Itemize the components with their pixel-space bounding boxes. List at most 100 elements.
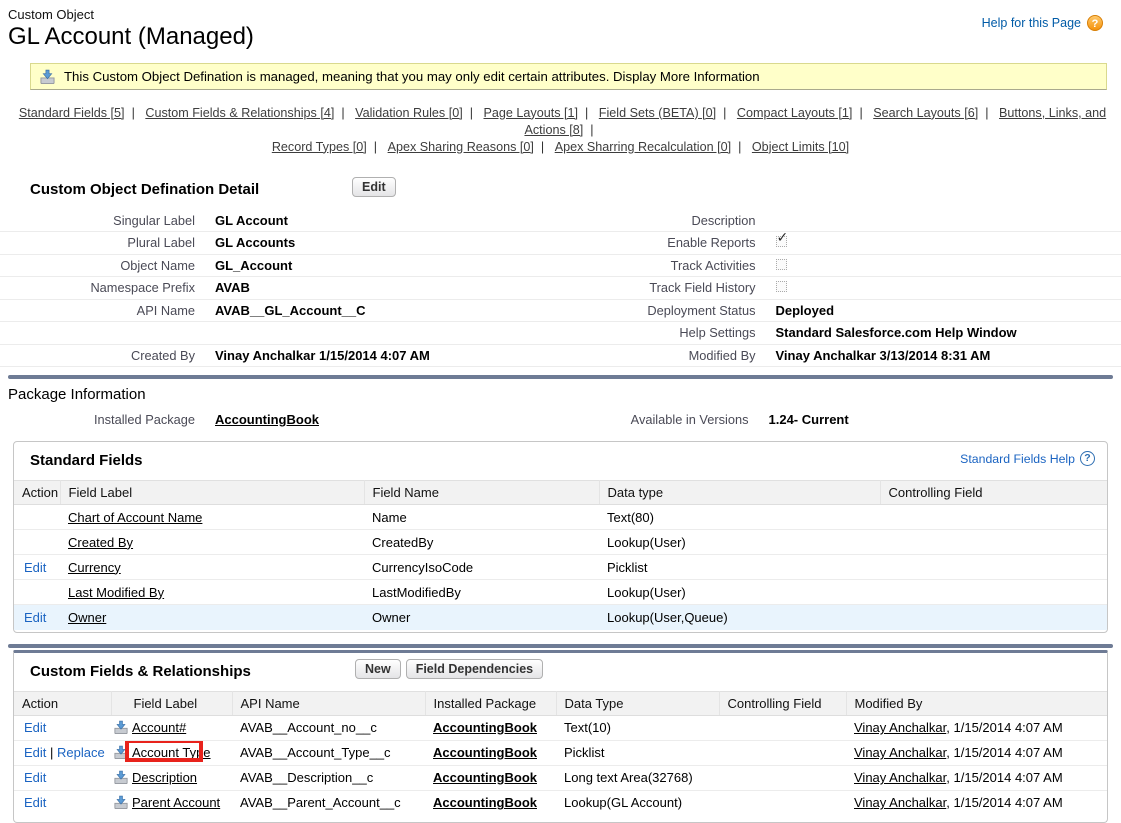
nav-link-object-limits[interactable]: Object Limits [10] bbox=[752, 140, 849, 154]
nav-link-validation-rules[interactable]: Validation Rules [0] bbox=[355, 106, 463, 120]
installed-package-link[interactable]: AccountingBook bbox=[433, 795, 537, 810]
field-label-link[interactable]: Currency bbox=[68, 560, 121, 575]
modified-by-link[interactable]: Vinay Anchalkar bbox=[854, 720, 946, 735]
modified-by-link[interactable]: Vinay Anchalkar bbox=[854, 770, 946, 785]
nav-link-custom-fields[interactable]: Custom Fields & Relationships [4] bbox=[145, 106, 334, 120]
detail-value: Deployed bbox=[776, 303, 835, 318]
modified-by-link[interactable]: Vinay Anchalkar bbox=[854, 795, 946, 810]
replace-link[interactable]: Replace bbox=[57, 745, 105, 760]
standard-fields-help-link[interactable]: Standard Fields Help ? bbox=[960, 451, 1095, 466]
separator: | bbox=[723, 106, 726, 120]
managed-package-icon bbox=[114, 795, 128, 809]
separator: | bbox=[738, 140, 741, 154]
nav-link-field-sets[interactable]: Field Sets (BETA) [0] bbox=[599, 106, 716, 120]
edit-object-button[interactable]: Edit bbox=[352, 177, 396, 197]
detail-row: Help SettingsStandard Salesforce.com Hel… bbox=[0, 322, 1121, 345]
controlling-field bbox=[880, 505, 1107, 530]
standard-fields-section: Standard Fields Standard Fields Help ? A… bbox=[13, 441, 1108, 633]
data-type: Text(10) bbox=[556, 715, 719, 740]
separator: | bbox=[132, 106, 135, 120]
managed-package-icon bbox=[114, 720, 128, 734]
controlling-field bbox=[880, 555, 1107, 580]
field-label-link[interactable]: Parent Account bbox=[132, 795, 220, 810]
track-activities-checkbox-unchecked bbox=[776, 259, 787, 270]
detail-section-title: Custom Object Defination Detail bbox=[30, 181, 259, 198]
nav-link-compact-layouts[interactable]: Compact Layouts [1] bbox=[737, 106, 853, 120]
api-name: AVAB__Parent_Account__c bbox=[232, 790, 425, 815]
field-label-link[interactable]: Last Modified By bbox=[68, 585, 164, 600]
detail-label: API Name bbox=[0, 303, 195, 318]
checkmark-icon: ✓ bbox=[777, 230, 789, 246]
modified-date: , 1/15/2014 4:07 AM bbox=[946, 770, 1062, 785]
separator: | bbox=[470, 106, 473, 120]
col-header-modified-by: Modified By bbox=[846, 691, 1107, 715]
modified-date: , 1/15/2014 4:07 AM bbox=[946, 795, 1062, 810]
help-question-icon[interactable]: ? bbox=[1080, 451, 1095, 466]
detail-label: Help Settings bbox=[561, 325, 756, 340]
installed-package-link[interactable]: AccountingBook bbox=[433, 770, 537, 785]
nav-link-page-layouts[interactable]: Page Layouts [1] bbox=[483, 106, 578, 120]
managed-package-icon bbox=[114, 770, 128, 784]
custom-fields-section: Custom Fields & Relationships New Field … bbox=[13, 650, 1108, 823]
installed-package-link[interactable]: AccountingBook bbox=[433, 745, 537, 760]
detail-row: Namespace Prefix AVAB Track Field History bbox=[0, 277, 1121, 300]
col-header-data-type: Data type bbox=[599, 481, 880, 505]
managed-package-icon bbox=[114, 745, 128, 759]
field-label-link[interactable]: Account Type bbox=[132, 745, 211, 760]
available-in-versions-label: Available in Versions bbox=[561, 412, 749, 427]
col-header-controlling-field: Controlling Field bbox=[880, 481, 1107, 505]
field-label-link[interactable]: Description bbox=[132, 770, 197, 785]
field-name: LastModifiedBy bbox=[364, 580, 599, 605]
installed-package-link[interactable]: AccountingBook bbox=[433, 720, 537, 735]
field-label-link[interactable]: Owner bbox=[68, 610, 106, 625]
standard-fields-title: Standard Fields bbox=[30, 452, 143, 469]
detail-label: Created By bbox=[0, 348, 195, 363]
modified-date: , 1/15/2014 4:07 AM bbox=[946, 720, 1062, 735]
detail-value: AVAB__GL_Account__C bbox=[215, 303, 366, 318]
field-label-link[interactable]: Chart of Account Name bbox=[68, 510, 202, 525]
col-header-field-name: Field Name bbox=[364, 481, 599, 505]
help-for-this-page-link[interactable]: Help for this Page ? bbox=[982, 15, 1103, 31]
nav-link-apex-sharing-recalculation[interactable]: Apex Sharring Recalculation [0] bbox=[555, 140, 731, 154]
field-name: CreatedBy bbox=[364, 530, 599, 555]
help-question-icon[interactable]: ? bbox=[1087, 15, 1103, 31]
controlling-field bbox=[719, 715, 846, 740]
detail-label: Track Field History bbox=[561, 280, 756, 295]
field-dependencies-button[interactable]: Field Dependencies bbox=[406, 659, 543, 679]
modified-by-link[interactable]: Vinay Anchalkar bbox=[854, 745, 946, 760]
new-button[interactable]: New bbox=[355, 659, 401, 679]
edit-link[interactable]: Edit bbox=[24, 560, 46, 575]
detail-value: AVAB bbox=[215, 280, 250, 295]
edit-link[interactable]: Edit bbox=[24, 610, 46, 625]
edit-link[interactable]: Edit bbox=[24, 745, 46, 760]
col-header-api-name: API Name bbox=[232, 691, 425, 715]
nav-link-standard-fields[interactable]: Standard Fields [5] bbox=[19, 106, 125, 120]
table-row: Last Modified By LastModifiedBy Lookup(U… bbox=[14, 580, 1107, 605]
detail-grid: Singular LabelGL Account Description Plu… bbox=[0, 210, 1121, 368]
detail-value: GL_Account bbox=[215, 258, 292, 273]
section-divider-bar bbox=[8, 375, 1113, 379]
nav-link-record-types[interactable]: Record Types [0] bbox=[272, 140, 367, 154]
table-row: Created By CreatedBy Lookup(User) bbox=[14, 530, 1107, 555]
table-row: Edit Parent Account AVAB__Parent_Account… bbox=[14, 790, 1107, 815]
nav-link-search-layouts[interactable]: Search Layouts [6] bbox=[873, 106, 978, 120]
controlling-field bbox=[719, 740, 846, 765]
data-type: Lookup(User) bbox=[599, 580, 880, 605]
field-label-link[interactable]: Account# bbox=[132, 720, 186, 735]
detail-value: Vinay Anchalkar 1/15/2014 4:07 AM bbox=[215, 348, 430, 363]
edit-link[interactable]: Edit bbox=[24, 770, 46, 785]
detail-row: API NameAVAB__GL_Account__C Deployment S… bbox=[0, 300, 1121, 323]
help-link-label: Help for this Page bbox=[982, 16, 1081, 30]
field-name: CurrencyIsoCode bbox=[364, 555, 599, 580]
detail-value: GL Account bbox=[215, 213, 288, 228]
nav-link-apex-sharing-reasons[interactable]: Apex Sharing Reasons [0] bbox=[388, 140, 534, 154]
edit-link[interactable]: Edit bbox=[24, 795, 46, 810]
detail-label: Namespace Prefix bbox=[0, 280, 195, 295]
nav-row-1: Standard Fields [5] | Custom Fields & Rel… bbox=[0, 105, 1121, 139]
controlling-field bbox=[880, 530, 1107, 555]
field-name: Owner bbox=[364, 605, 599, 630]
field-label-link[interactable]: Created By bbox=[68, 535, 133, 550]
installed-package-link[interactable]: AccountingBook bbox=[215, 412, 319, 427]
edit-link[interactable]: Edit bbox=[24, 720, 46, 735]
standard-fields-table: Action Field Label Field Name Data type … bbox=[14, 480, 1107, 630]
